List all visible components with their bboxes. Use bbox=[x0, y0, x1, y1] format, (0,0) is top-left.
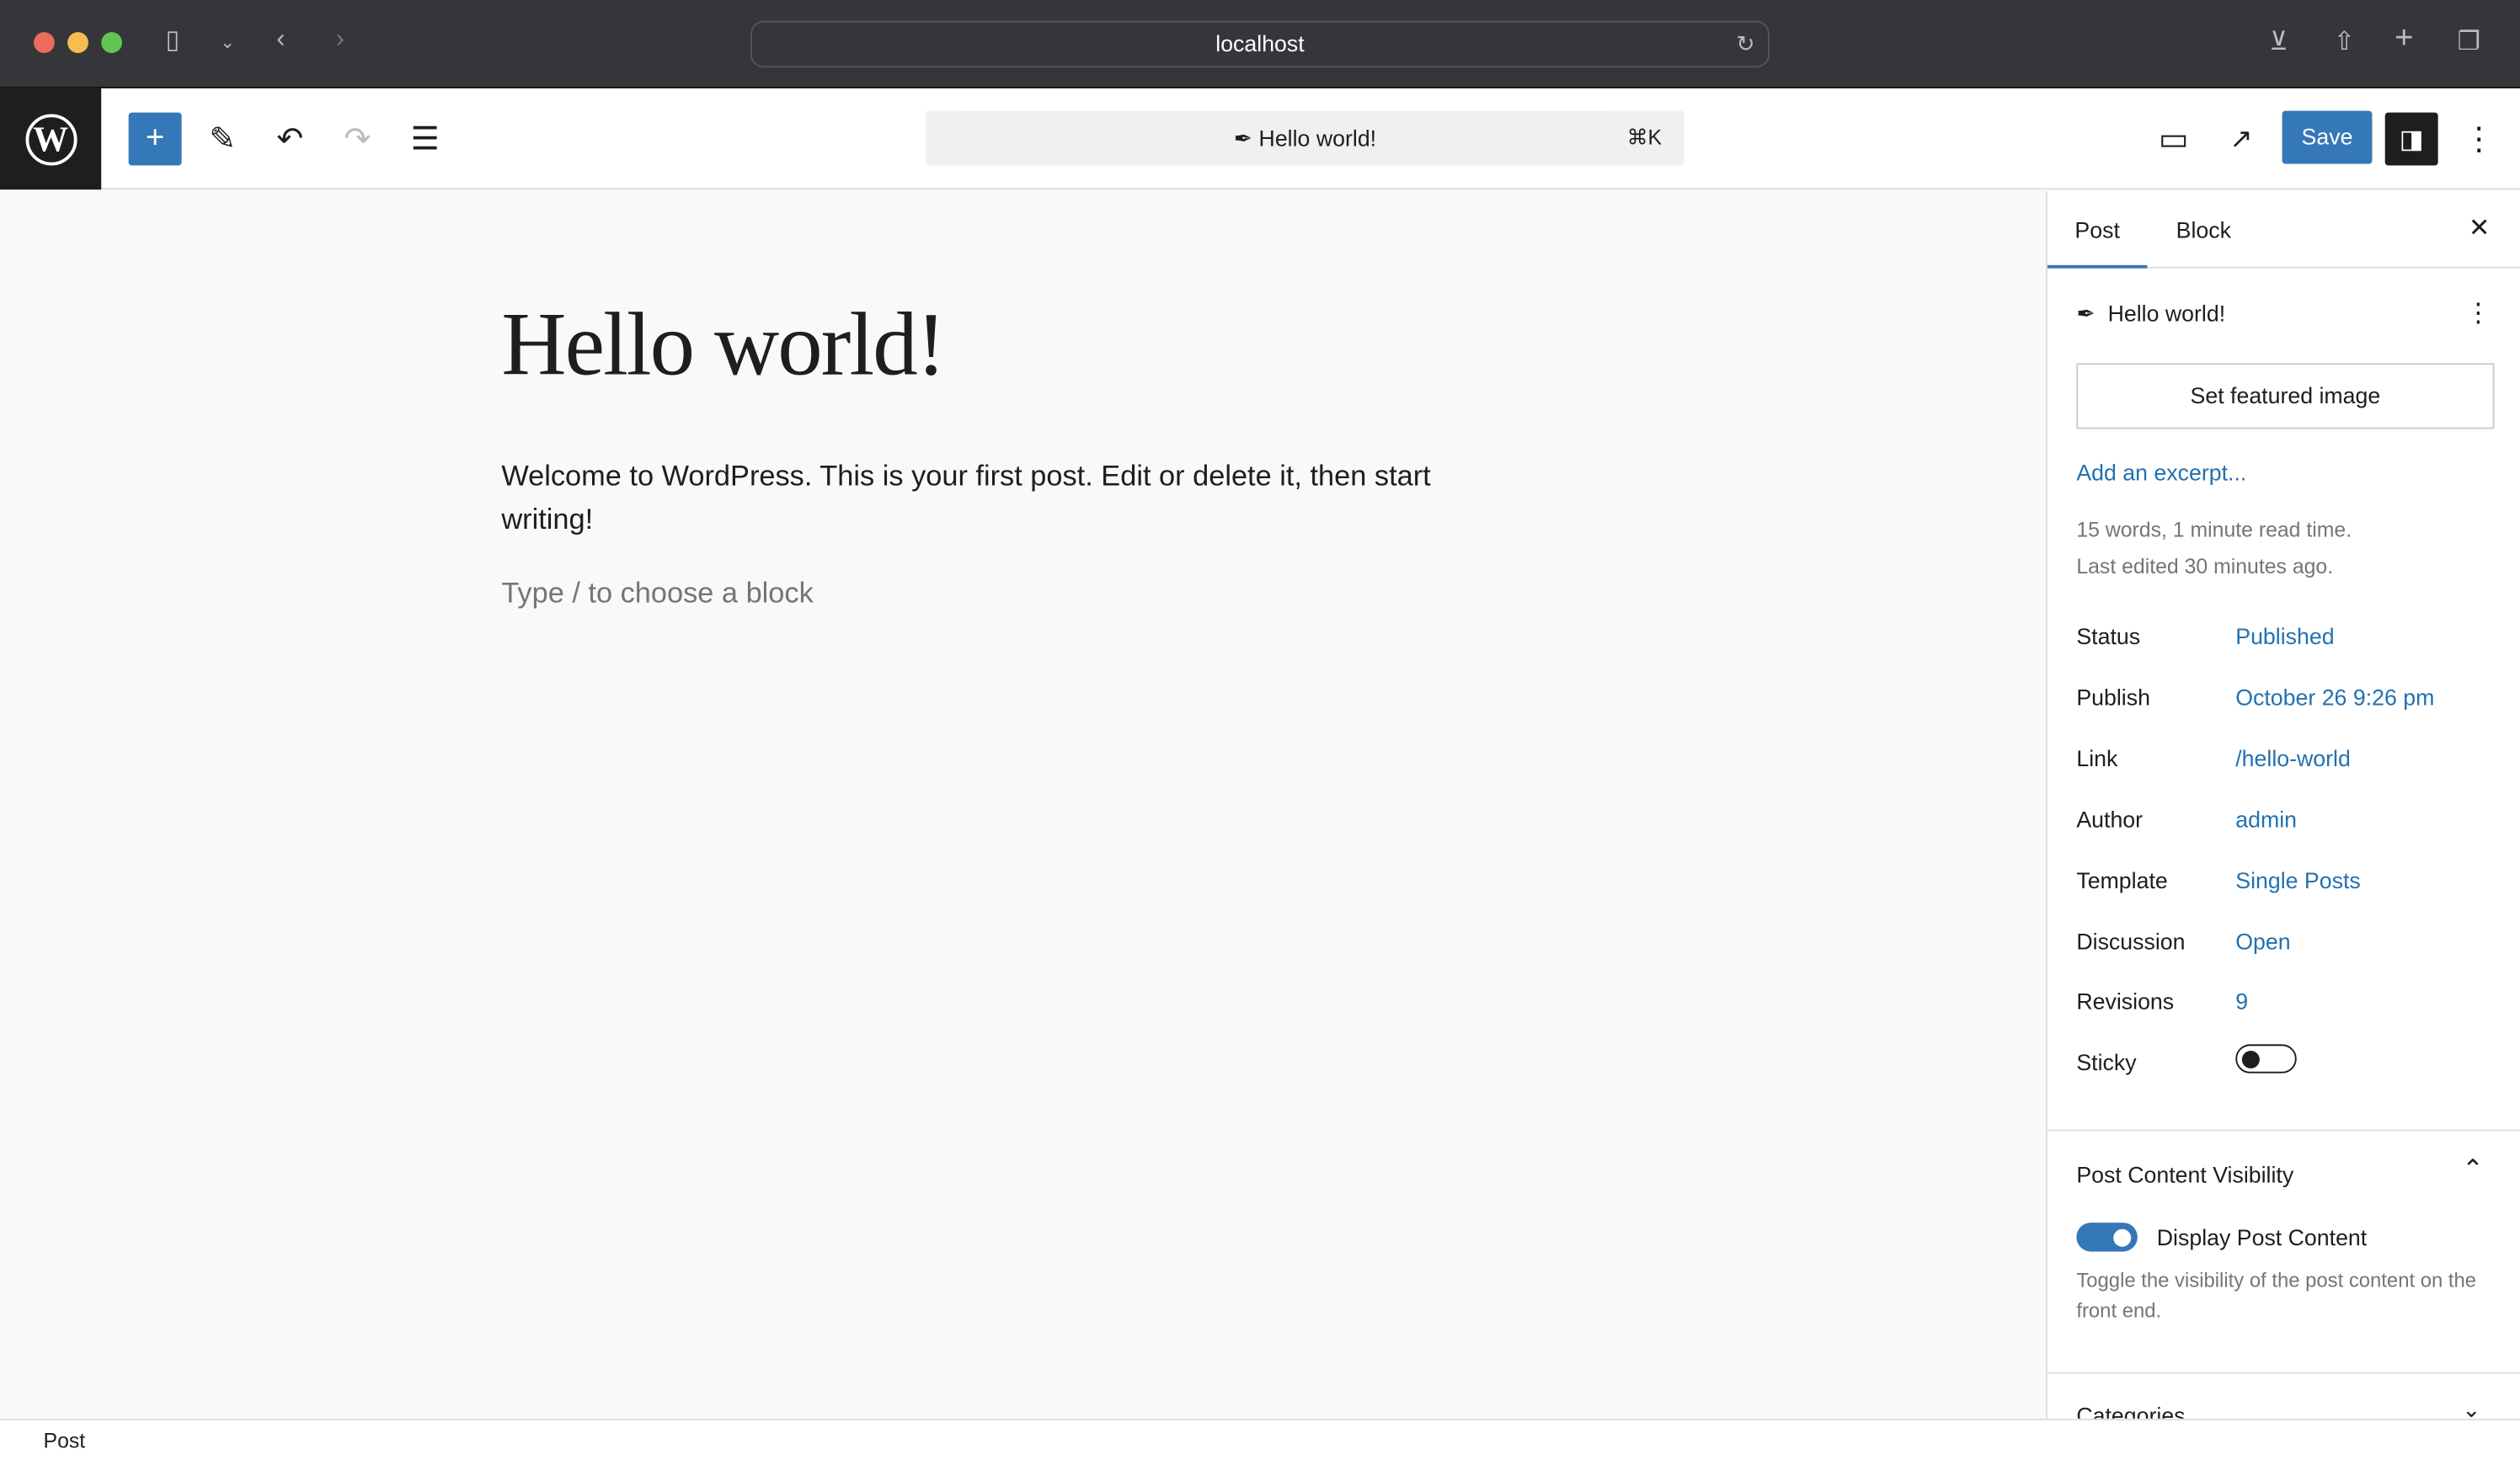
sticky-toggle[interactable] bbox=[2235, 1044, 2297, 1074]
address-bar[interactable]: localhost ↻ bbox=[750, 20, 1770, 68]
tabs-overview-icon[interactable]: ❐ bbox=[2458, 26, 2480, 58]
chevron-down-icon[interactable]: ⌄ bbox=[2462, 1396, 2480, 1419]
panel-visibility-title[interactable]: Post Content Visibility bbox=[2076, 1162, 2293, 1188]
last-edited: Last edited 30 minutes ago. bbox=[2076, 554, 2334, 578]
command-palette-button[interactable]: ✒ Hello world! ⌘K bbox=[926, 110, 1684, 166]
visibility-help: Toggle the visibility of the post conten… bbox=[2076, 1269, 2477, 1323]
undo-icon[interactable]: ↶ bbox=[264, 113, 317, 166]
field-author: Author admin bbox=[2076, 806, 2298, 833]
post-title[interactable]: Hello world! bbox=[501, 294, 946, 397]
chevron-up-icon[interactable]: ⌃ bbox=[2462, 1154, 2484, 1186]
chevron-down-icon[interactable]: ⌄ bbox=[220, 32, 235, 53]
command-title: Hello world! bbox=[1258, 125, 1377, 152]
tab-block[interactable]: Block bbox=[2176, 191, 2231, 269]
block-breadcrumb: Post bbox=[0, 1418, 2520, 1460]
field-publish: Publish October 26 9:26 pm bbox=[2076, 684, 2435, 711]
wordpress-logo[interactable]: W bbox=[0, 88, 102, 190]
add-block-button[interactable]: + bbox=[128, 112, 182, 166]
add-excerpt-link[interactable]: Add an excerpt... bbox=[2076, 460, 2246, 486]
minimize-window-button[interactable] bbox=[67, 32, 88, 53]
field-status: Status Published bbox=[2076, 623, 2335, 649]
download-icon[interactable]: ⊻ bbox=[2269, 26, 2288, 58]
settings-panel-icon[interactable]: ◨ bbox=[2384, 112, 2438, 166]
sidebar-post-title: Hello world! bbox=[2107, 300, 2226, 327]
new-tab-icon[interactable]: + bbox=[2395, 21, 2413, 58]
tab-post[interactable]: Post bbox=[2047, 191, 2148, 269]
sticky-label: Sticky bbox=[2076, 1049, 2137, 1075]
paragraph-block[interactable]: Welcome to WordPress. This is your first… bbox=[501, 455, 1498, 541]
view-post-icon[interactable]: ↗ bbox=[2214, 113, 2267, 166]
field-revisions: Revisions 9 bbox=[2076, 988, 2249, 1015]
field-link: Link/hello-world bbox=[2076, 745, 2351, 771]
close-window-button[interactable] bbox=[34, 32, 55, 53]
block-placeholder[interactable]: Type / to choose a block bbox=[501, 577, 813, 610]
shortcut-hint: ⌘K bbox=[1626, 125, 1663, 150]
post-actions-icon[interactable]: ⋮ bbox=[2465, 297, 2491, 329]
panel-categories-title[interactable]: Categories bbox=[2076, 1403, 2185, 1419]
preview-device-icon[interactable]: ▭ bbox=[2147, 113, 2200, 166]
sidebar-toggle-icon[interactable]: ▯ bbox=[166, 24, 180, 56]
editor-toolbar: W + ✎ ↶ ↷ ☰ ✒ Hello world! ⌘K ▭ ↗ Save ◨ … bbox=[0, 88, 2520, 190]
options-menu-icon[interactable]: ⋮ bbox=[2453, 113, 2506, 166]
feather-icon: ✒ bbox=[1233, 125, 1259, 152]
document-overview-icon[interactable]: ☰ bbox=[398, 113, 451, 166]
field-template: Template Single Posts bbox=[2076, 867, 2361, 893]
feather-icon: ✒ bbox=[2076, 300, 2096, 327]
forward-icon[interactable]: › bbox=[336, 26, 344, 55]
word-count: 15 words, 1 minute read time. bbox=[2076, 517, 2352, 542]
maximize-window-button[interactable] bbox=[101, 32, 123, 53]
editor-canvas: Hello world! Welcome to WordPress. This … bbox=[0, 191, 2047, 1419]
back-icon[interactable]: ‹ bbox=[276, 26, 285, 55]
set-featured-image-button[interactable]: Set featured image bbox=[2076, 363, 2495, 429]
close-icon[interactable]: ✕ bbox=[2469, 191, 2491, 269]
reload-icon[interactable]: ↻ bbox=[1736, 23, 1754, 67]
display-content-label: Display Post Content bbox=[2156, 1224, 2368, 1250]
field-discussion: Discussion Open bbox=[2076, 928, 2291, 955]
settings-sidebar: Post Block ✕ ✒ Hello world! ⋮ Set featur… bbox=[2046, 191, 2520, 1419]
url-text: localhost bbox=[1215, 30, 1305, 56]
pencil-tool-icon[interactable]: ✎ bbox=[196, 113, 249, 166]
browser-chrome: ▯ ⌄ ‹ › localhost ↻ ⊻ ⇧ + ❐ bbox=[0, 0, 2520, 88]
redo-icon[interactable]: ↷ bbox=[331, 113, 384, 166]
share-icon[interactable]: ⇧ bbox=[2334, 26, 2356, 58]
breadcrumb-post[interactable]: Post bbox=[44, 1428, 86, 1452]
display-content-toggle[interactable] bbox=[2076, 1223, 2138, 1252]
save-button[interactable]: Save bbox=[2282, 110, 2373, 164]
